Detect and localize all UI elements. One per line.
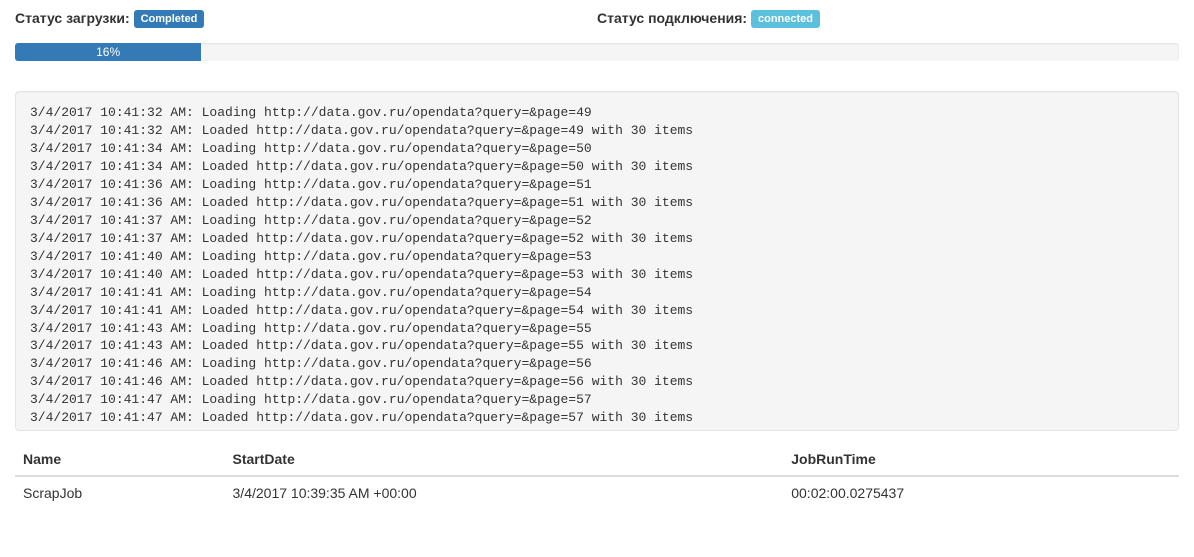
cell-jobruntime: 00:02:00.0275437 (783, 476, 1179, 509)
connection-status-label: Статус подключения: (597, 10, 747, 26)
log-output[interactable]: 3/4/2017 10:41:32 AM: Loading http://dat… (15, 91, 1179, 431)
table-header-row: Name StartDate JobRunTime (15, 443, 1179, 476)
table-row: ScrapJob3/4/2017 10:39:35 AM +00:0000:02… (15, 476, 1179, 509)
progress-bar-fill: 16% (15, 43, 201, 61)
connection-status-badge: connected (751, 10, 820, 28)
load-status-block: Статус загрузки: Completed (15, 10, 597, 28)
status-row: Статус загрузки: Completed Статус подклю… (15, 10, 1179, 28)
jobs-table: Name StartDate JobRunTime ScrapJob3/4/20… (15, 443, 1179, 509)
progress-bar-container: 16% (15, 43, 1179, 61)
col-header-startdate: StartDate (225, 443, 784, 476)
connection-status-block: Статус подключения: connected (597, 10, 1179, 28)
col-header-name: Name (15, 443, 225, 476)
col-header-jobruntime: JobRunTime (783, 443, 1179, 476)
cell-name: ScrapJob (15, 476, 225, 509)
load-status-badge: Completed (134, 10, 205, 28)
cell-startdate: 3/4/2017 10:39:35 AM +00:00 (225, 476, 784, 509)
load-status-label: Статус загрузки: (15, 10, 130, 26)
